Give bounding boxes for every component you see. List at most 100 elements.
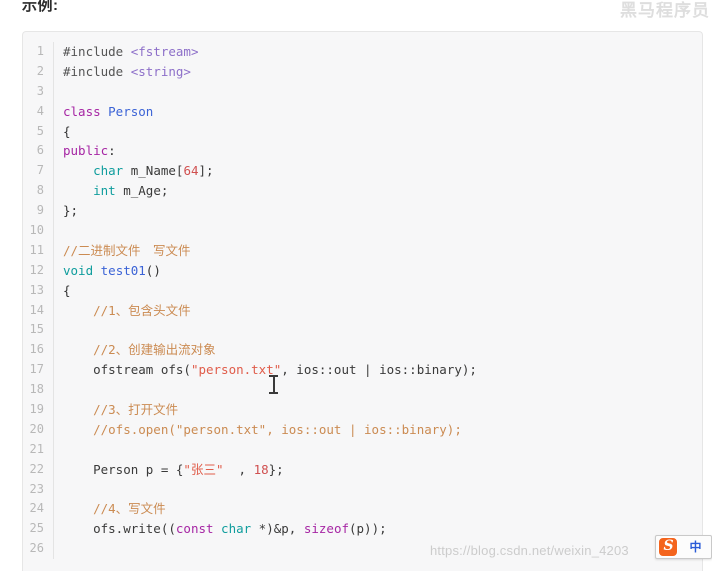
code-line: 16 //2、创建输出流对象 [23,340,702,361]
code-line: 19 //3、打开文件 [23,400,702,420]
line-number: 3 [36,83,44,98]
line-number: 12 [29,262,44,277]
code-line-text[interactable]: //2、创建输出流对象 [53,340,702,361]
code-line-text[interactable] [53,221,702,241]
code-line-text[interactable]: //3、打开文件 [53,400,702,420]
code-line-text[interactable]: Person p = {"张三" , 18}; [53,459,702,480]
code-token: test01 [100,262,146,278]
code-line-text[interactable]: #include <fstream> [53,42,702,62]
code-token: char [221,521,252,537]
code-lines-container: 1 #include <fstream> 2 #include <string> 3 4… [23,42,702,560]
code-token: , [223,461,254,477]
code-line: 14 //1、包含头文件 [23,300,702,321]
code-line: 13 { [23,280,702,301]
code-line: 24 //4、写文件 [23,499,702,520]
code-line-text[interactable]: //ofs.open("person.txt", ios::out | ios:… [53,419,702,440]
code-line: 3 [23,81,702,102]
code-token: //ofs.open("person.txt", ios::out | ios:… [63,421,462,437]
sogou-ime-toolbar[interactable]: S 中 [655,535,712,559]
code-line-text[interactable]: int m_Age; [53,181,702,202]
code-line-text[interactable]: //4、写文件 [53,499,702,520]
line-number: 9 [36,203,44,218]
code-line: 18 [23,380,702,401]
code-line-text[interactable] [53,479,702,500]
code-token: sizeof [303,521,349,537]
line-number: 17 [29,362,44,377]
brand-watermark: 黑马程序员 [620,1,710,20]
code-token: , ios::out | ios::binary); [281,362,477,378]
csdn-url-watermark: https://blog.csdn.net/weixin_4203 [430,543,629,558]
code-line-text[interactable] [53,81,702,102]
code-line: 20 //ofs.open("person.txt", ios::out | i… [23,419,702,440]
code-token: { [63,123,71,139]
code-line-text[interactable]: ofs.write((const char *)&p, sizeof(p)); [53,519,702,540]
code-line: 15 [23,320,702,341]
code-line-text[interactable]: public: [53,141,702,162]
page-title: 示例: [22,0,59,14]
code-token: //2、创建输出流对象 [63,342,216,358]
ime-language-mode-button[interactable]: 中 [680,540,711,554]
code-block[interactable]: 1 #include <fstream> 2 #include <string> 3 4… [22,31,703,571]
line-number: 2 [36,63,44,78]
code-token: ofs.write(( [63,521,176,537]
line-number: 13 [29,282,44,297]
code-line-text[interactable]: char m_Name[64]; [53,161,702,182]
code-line-text[interactable]: void test01() [53,260,702,281]
code-line: 25 ofs.write((const char *)&p, sizeof(p)… [23,519,702,540]
code-line: 21 [23,439,702,460]
line-number: 8 [36,183,44,198]
sogou-logo-icon[interactable]: S [657,536,680,558]
code-token: Person [108,103,154,119]
line-number: 5 [36,123,44,138]
code-line-text[interactable]: //二进制文件 写文件 [53,240,702,261]
code-token: m_Age; [115,183,169,199]
code-token: "张三" [183,461,224,477]
code-line-text[interactable]: //1、包含头文件 [53,300,702,321]
code-token: ]; [198,163,214,179]
code-token: void [63,262,101,278]
code-token: #include [63,63,131,79]
code-line-text[interactable]: ofstream ofs("person.txt", ios::out | io… [53,360,702,381]
code-line-text[interactable]: { [53,121,702,142]
code-token: public [63,143,109,159]
code-token: }; [63,203,79,219]
code-line: 9}; [23,201,702,222]
sogou-logo-glyph: S [663,538,674,554]
line-number: 18 [29,382,44,397]
code-token: //二进制文件 写文件 [63,242,191,258]
code-token: char [93,163,124,179]
code-line-text[interactable] [53,439,702,460]
line-number: 6 [36,143,44,158]
code-line: 4 class Person [23,101,702,122]
code-line: 6 public: [23,141,702,162]
code-line-text[interactable] [53,380,702,401]
code-token: class [63,103,109,119]
code-token: //1、包含头文件 [63,302,191,318]
code-line-text[interactable]: #include <string> [53,61,702,82]
line-number: 14 [29,302,44,317]
code-token: Person p = { [63,461,184,477]
code-token: : [108,143,116,159]
code-line: 12 void test01() [23,260,702,281]
line-number: 1 [36,44,44,58]
line-number: 10 [29,223,44,238]
code-line: 10 [23,221,702,241]
code-token: const [175,521,222,537]
code-token: m_Name[ [123,163,184,179]
code-line-text[interactable]: class Person [53,101,702,122]
line-number: 20 [29,421,44,436]
code-token: #include [63,44,131,59]
code-token: <fstream> [130,44,199,59]
code-line-text[interactable]: { [53,280,702,301]
code-token: *)&p, [251,521,304,537]
code-token: //3、打开文件 [63,402,179,418]
code-token: }; [268,461,284,477]
code-line: 8 int m_Age; [23,181,702,202]
code-line: 22 Person p = {"张三" , 18}; [23,459,702,480]
code-line-text[interactable] [53,320,702,341]
line-number: 4 [36,103,44,118]
code-line-text[interactable]: }; [53,201,702,222]
code-token: //4、写文件 [63,501,166,517]
code-token: int [93,183,116,199]
